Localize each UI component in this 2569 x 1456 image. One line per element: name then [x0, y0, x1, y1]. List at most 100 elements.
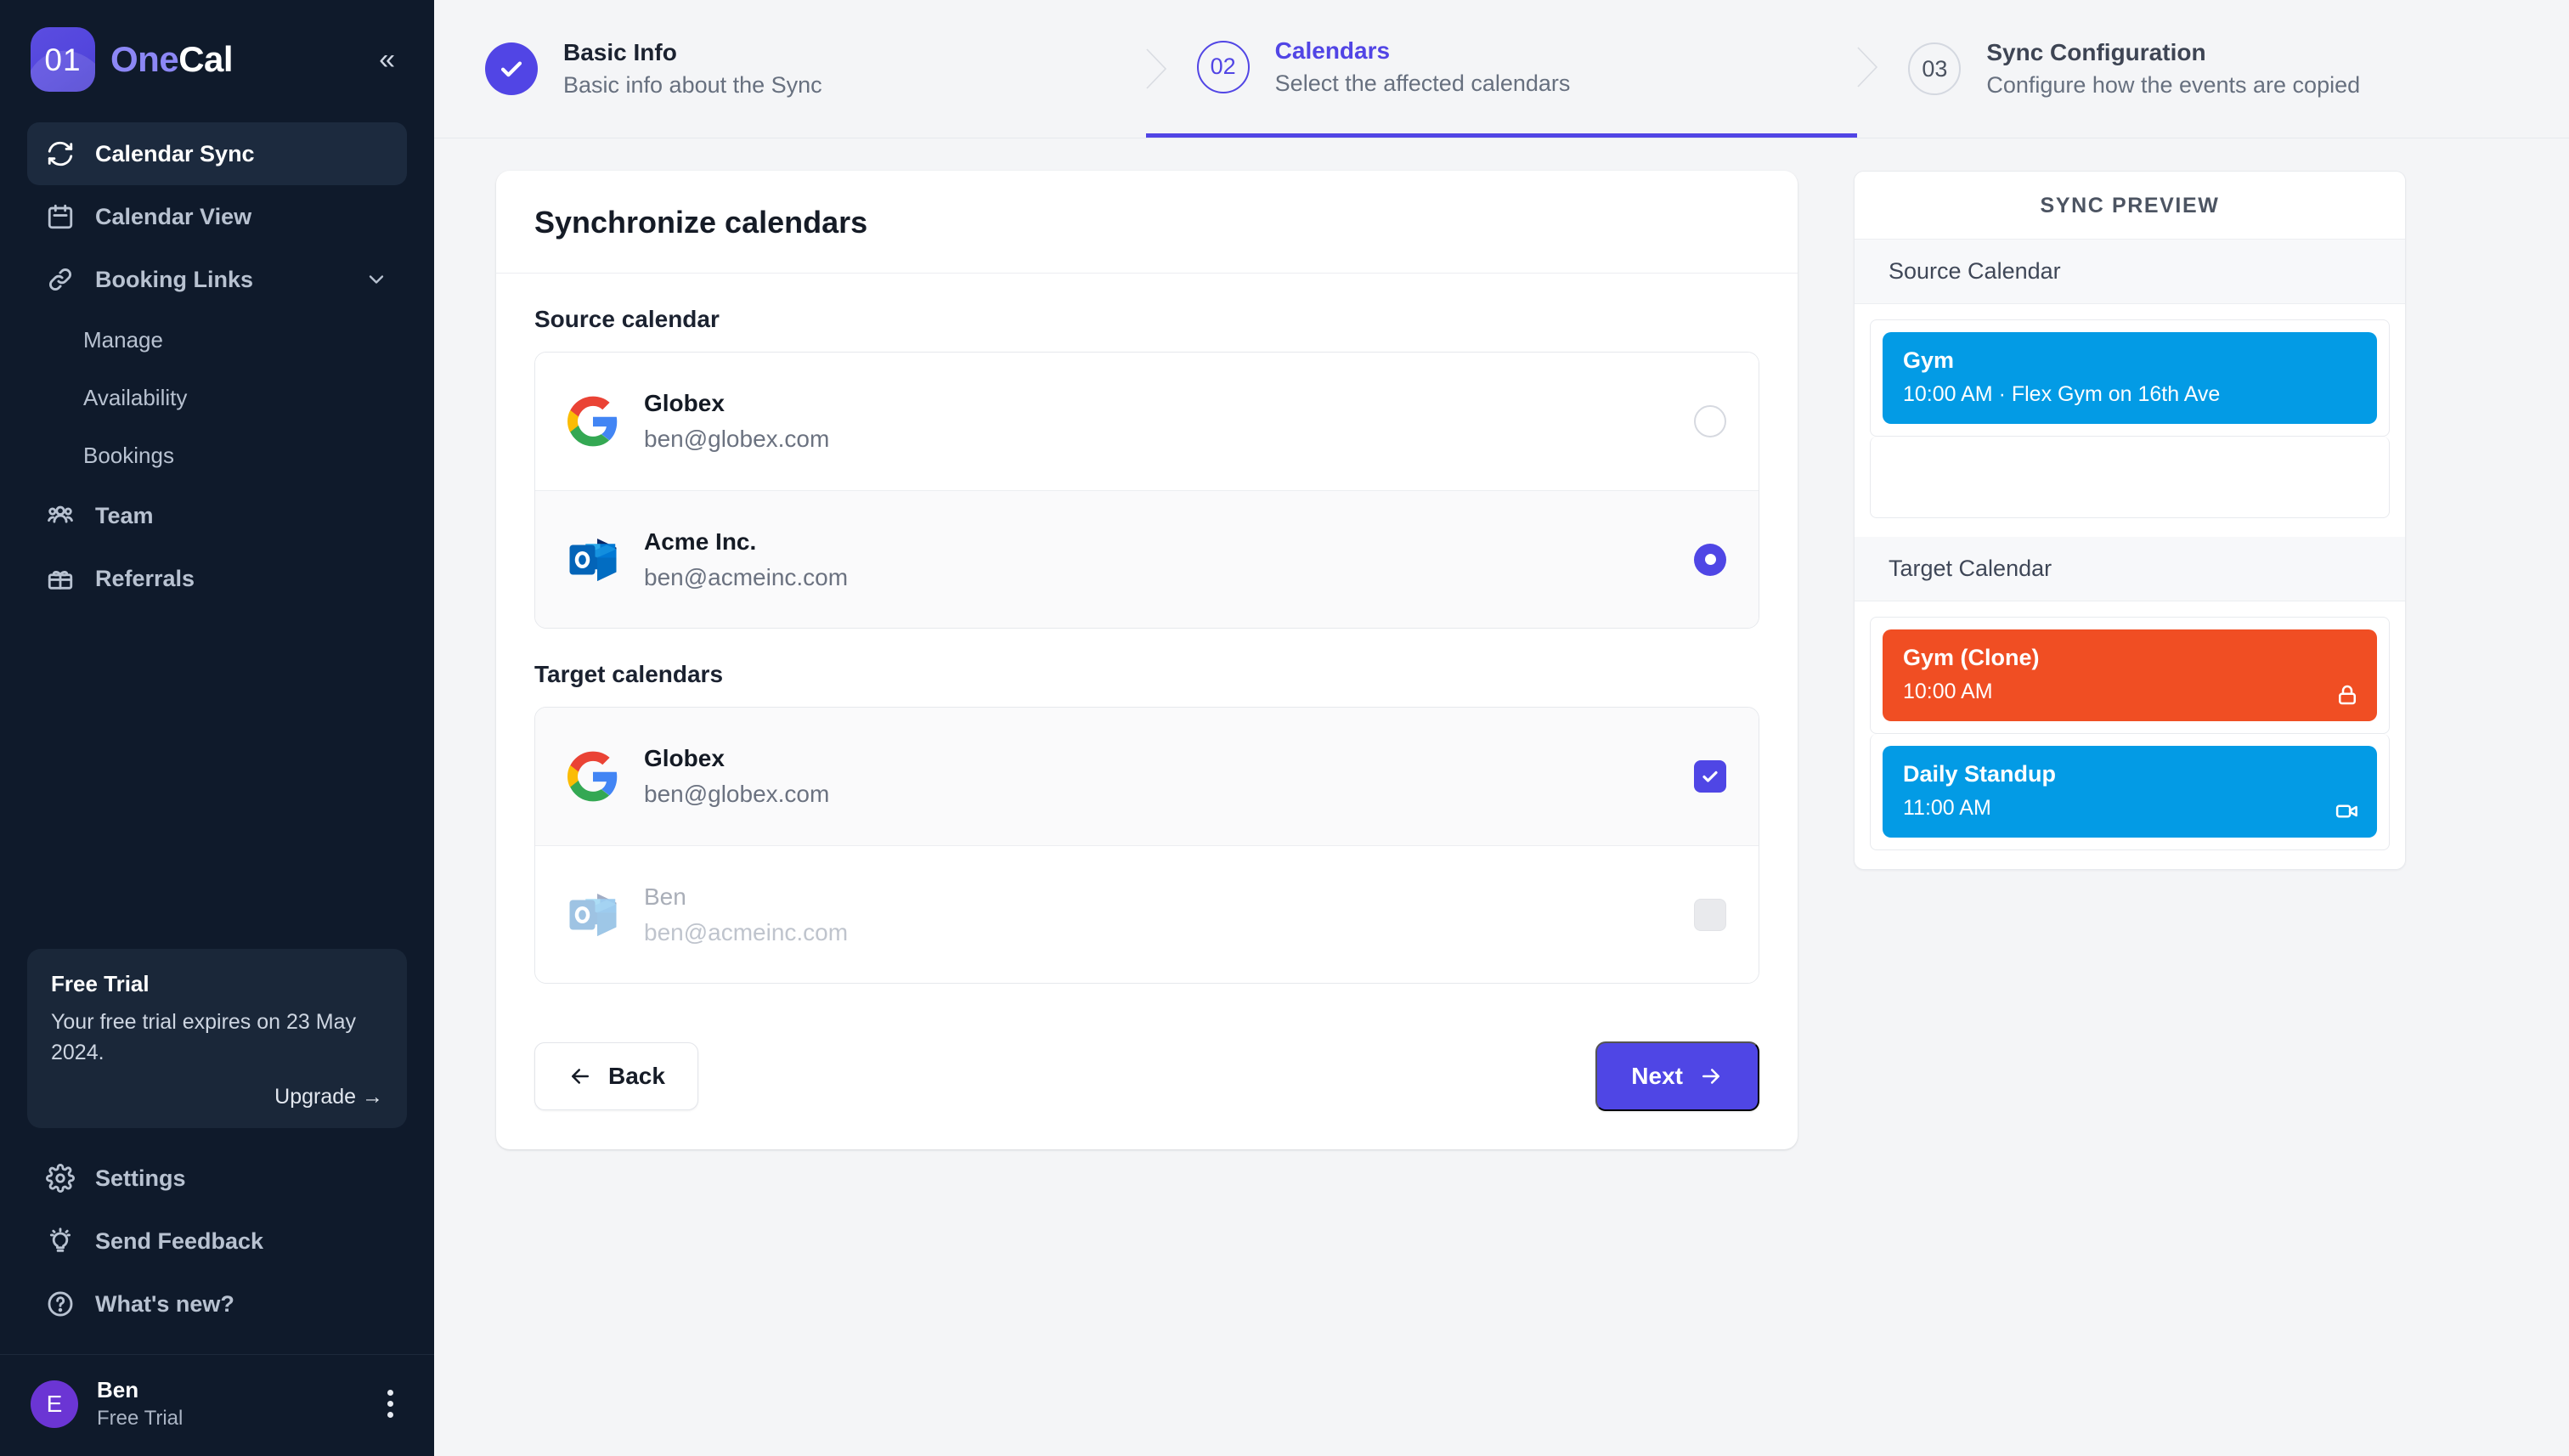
sidebar-item-label: Referrals	[95, 565, 195, 591]
sidebar-item-whats-new[interactable]: What's new?	[27, 1273, 407, 1335]
source-radio-acme[interactable]	[1694, 543, 1726, 576]
logo-mark-text: 01	[44, 42, 82, 77]
target-calendars-label: Target calendars	[534, 661, 724, 687]
google-icon	[567, 751, 618, 802]
preview-target-label: Target Calendar	[1855, 537, 2405, 601]
step-number: 03	[1908, 42, 1962, 95]
video-icon	[2335, 799, 2360, 824]
sidebar-subitem-bookings[interactable]: Bookings	[27, 426, 407, 484]
sidebar-item-send-feedback[interactable]: Send Feedback	[27, 1210, 407, 1273]
question-circle-icon	[46, 1290, 75, 1318]
source-calendar-option-globex[interactable]: Globex ben@globex.com	[535, 353, 1759, 490]
preview-day-slot: Gym (Clone) 10:00 AM	[1870, 617, 2390, 734]
preview-event-gym: Gym 10:00 AM · Flex Gym on 16th Ave	[1883, 332, 2377, 424]
event-time: 11:00 AM	[1903, 796, 1991, 820]
sidebar: 01 OneCal « Calendar Sync Calendar View …	[0, 0, 434, 1456]
onecal-logo-icon: 01	[31, 27, 95, 92]
step-title: Calendars	[1274, 37, 1391, 64]
calendar-email: ben@globex.com	[644, 781, 830, 807]
calendar-email: ben@acmeinc.com	[644, 563, 849, 590]
upgrade-link[interactable]: Upgrade →	[51, 1085, 383, 1109]
step-sync-configuration[interactable]: 03 Sync Configuration Configure how the …	[1857, 0, 2569, 138]
target-calendar-option-ben: Ben ben@acmeinc.com	[535, 845, 1759, 983]
sidebar-subitem-availability[interactable]: Availability	[27, 369, 407, 426]
preview-day-slot: Gym 10:00 AM · Flex Gym on 16th Ave	[1870, 319, 2390, 437]
step-title: Sync Configuration	[1986, 39, 2206, 65]
brand-name-cal: Cal	[178, 39, 234, 79]
trial-title: Free Trial	[51, 971, 150, 996]
google-icon	[567, 396, 618, 447]
card-footer: Back Next	[496, 1016, 1798, 1149]
trial-description: Your free trial expires on 23 May 2024.	[51, 1010, 356, 1064]
avatar: E	[31, 1380, 78, 1428]
brand-name-one: One	[110, 39, 179, 79]
brand-name: OneCal	[110, 39, 234, 80]
calendar-name: Ben	[644, 883, 686, 910]
target-checkbox-globex[interactable]	[1694, 760, 1726, 793]
step-basic-info[interactable]: Basic Info Basic info about the Sync	[434, 0, 1166, 138]
step-divider-arrow-icon	[1146, 48, 1168, 89]
app-root: 01 OneCal « Calendar Sync Calendar View …	[0, 0, 2569, 1456]
target-checkbox-ben-disabled	[1694, 898, 1726, 931]
chevrons-left-icon[interactable]: «	[370, 40, 404, 79]
free-trial-card: Free Trial Your free trial expires on 23…	[27, 949, 407, 1128]
source-calendar-option-acme[interactable]: Acme Inc. ben@acmeinc.com	[535, 490, 1759, 628]
sidebar-subitem-label: Bookings	[83, 442, 174, 468]
users-icon	[46, 501, 75, 530]
chevron-down-icon[interactable]	[364, 268, 388, 291]
sidebar-subitem-manage[interactable]: Manage	[27, 311, 407, 369]
outlook-icon	[567, 889, 618, 940]
sidebar-nav: Calendar Sync Calendar View Booking Link…	[0, 114, 434, 610]
user-profile[interactable]: E Ben Free Trial	[0, 1354, 434, 1456]
next-button[interactable]: Next	[1595, 1041, 1759, 1111]
sidebar-item-label: Calendar Sync	[95, 140, 255, 166]
preview-source-label: Source Calendar	[1855, 240, 2405, 304]
link-icon	[46, 265, 75, 294]
sidebar-item-team[interactable]: Team	[27, 484, 407, 547]
arrow-right-icon	[1698, 1064, 1724, 1089]
sync-icon	[46, 139, 75, 168]
lock-icon	[2335, 682, 2360, 708]
page-title: Synchronize calendars	[534, 205, 868, 240]
arrow-left-icon	[567, 1064, 593, 1089]
step-subtitle: Configure how the events are copied	[1986, 72, 2361, 98]
sidebar-item-calendar-view[interactable]: Calendar View	[27, 185, 407, 248]
sidebar-item-label: What's new?	[95, 1290, 234, 1317]
target-calendar-option-globex[interactable]: Globex ben@globex.com	[535, 708, 1759, 845]
sidebar-item-booking-links[interactable]: Booking Links	[27, 248, 407, 311]
source-calendar-list: Globex ben@globex.com Acme Inc. ben@acme…	[534, 352, 1759, 629]
step-divider-arrow-icon	[1857, 46, 1879, 87]
sidebar-item-calendar-sync[interactable]: Calendar Sync	[27, 122, 407, 185]
event-title: Daily Standup	[1903, 761, 2057, 787]
step-number-label: 03	[1922, 55, 1948, 82]
card-header: Synchronize calendars	[496, 171, 1798, 274]
sidebar-item-label: Booking Links	[95, 266, 254, 292]
card-body: Source calendar Globex ben@globex.com Ac…	[496, 274, 1798, 984]
preview-day-slot-empty	[1870, 437, 2390, 518]
brand-logo[interactable]: 01 OneCal	[31, 27, 234, 92]
sidebar-item-label: Settings	[95, 1165, 186, 1191]
source-radio-globex[interactable]	[1694, 405, 1726, 437]
next-button-label: Next	[1631, 1063, 1683, 1089]
sidebar-item-label: Send Feedback	[95, 1227, 264, 1254]
dots-vertical-icon[interactable]	[377, 1383, 404, 1425]
event-time: 10:00 AM	[1903, 680, 1993, 703]
step-check-icon	[485, 42, 538, 95]
gift-icon	[46, 564, 75, 593]
outlook-icon	[567, 534, 618, 585]
source-calendar-label: Source calendar	[534, 306, 720, 332]
step-subtitle: Select the affected calendars	[1274, 70, 1571, 96]
calendar-name: Globex	[644, 390, 725, 416]
sidebar-bottom-nav: Settings Send Feedback What's new?	[0, 1147, 434, 1335]
preview-event-gym-clone: Gym (Clone) 10:00 AM	[1883, 629, 2377, 721]
preview-day-slot: Daily Standup 11:00 AM	[1870, 734, 2390, 850]
sidebar-item-settings[interactable]: Settings	[27, 1147, 407, 1210]
step-calendars[interactable]: 02 Calendars Select the affected calenda…	[1145, 0, 1878, 138]
back-button[interactable]: Back	[534, 1042, 698, 1110]
lightbulb-icon	[46, 1227, 75, 1256]
sidebar-item-referrals[interactable]: Referrals	[27, 547, 407, 610]
calendar-email: ben@globex.com	[644, 426, 830, 452]
sidebar-item-label: Calendar View	[95, 203, 252, 229]
event-title: Gym	[1903, 347, 1955, 373]
sidebar-header: 01 OneCal «	[0, 0, 434, 114]
